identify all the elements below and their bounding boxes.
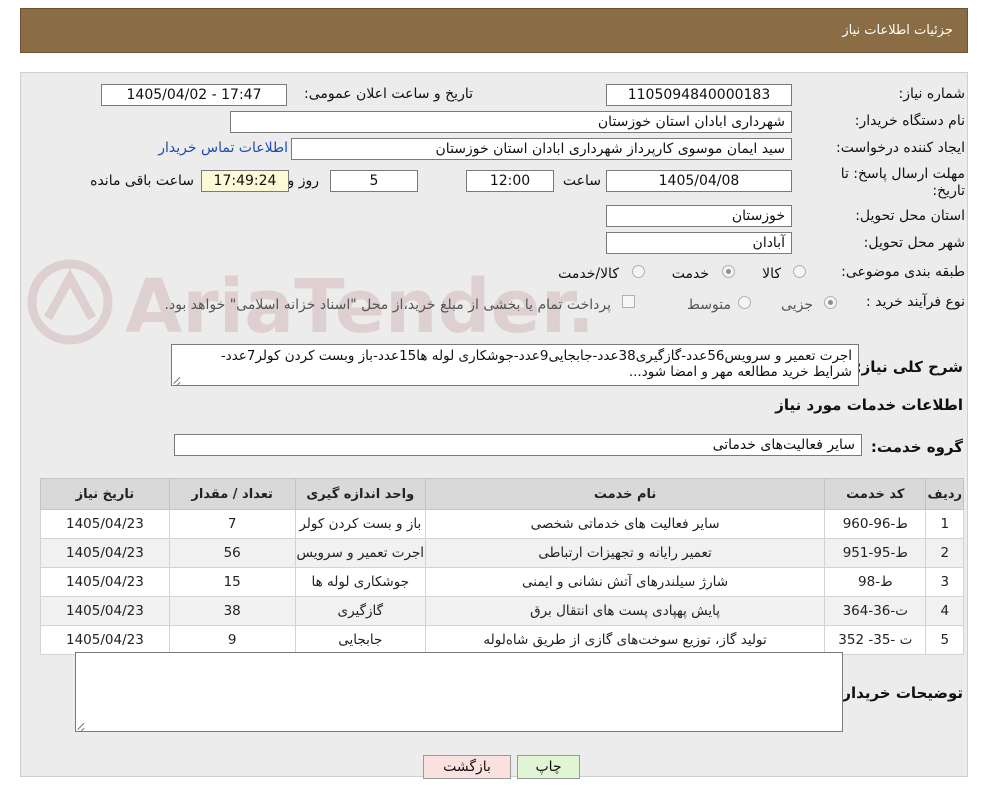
cell-service-code: ت-36-364	[824, 596, 927, 626]
cell-unit: جابجایی	[294, 625, 427, 655]
buyer-notes-textarea[interactable]	[75, 652, 843, 732]
process-radio-medium[interactable]	[738, 296, 751, 309]
table-row: 2 ط-95-951 تعمیر رایانه و تجهیزات ارتباط…	[40, 538, 964, 568]
remaining-label: ساعت باقی مانده	[90, 173, 194, 189]
cell-quantity: 15	[168, 567, 296, 597]
summary-text: اجرت تعمیر و سرویس56عدد-گازگیری38عدد-جاب…	[220, 348, 852, 380]
cell-row-number: 2	[925, 538, 964, 568]
resize-handle-icon[interactable]	[174, 376, 182, 384]
col-header-service-name: نام خدمت	[425, 478, 826, 510]
buyer-contact-link[interactable]: اطلاعات تماس خریدار	[158, 140, 288, 156]
creator-label: ایجاد کننده درخواست:	[836, 140, 965, 156]
col-header-row-number: ردیف	[925, 478, 964, 510]
table-header-row: ردیف کد خدمت نام خدمت واحد اندازه گیری ت…	[40, 478, 964, 510]
cell-service-name: تعمیر رایانه و تجهیزات ارتباطی	[425, 538, 826, 568]
category-option-service: خدمت	[671, 266, 709, 282]
table-row: 5 ت -35- 352 تولید گاز، توزیع سوخت‌های گ…	[40, 625, 964, 655]
cell-row-number: 3	[925, 567, 964, 597]
category-radio-goods-service[interactable]	[632, 265, 645, 278]
cell-unit: باز و بست کردن کولر	[294, 509, 427, 539]
col-header-quantity: تعداد / مقدار	[168, 478, 296, 510]
services-section-title: اطلاعات خدمات مورد نیاز	[775, 396, 963, 414]
cell-row-number: 1	[925, 509, 964, 539]
cell-service-code: ط-98	[824, 567, 927, 597]
process-option-medium: متوسط	[687, 297, 731, 313]
cell-service-name: شارژ سیلندرهای آتش نشانی و ایمنی	[425, 567, 826, 597]
cell-service-code: ت -35- 352	[824, 625, 927, 655]
service-group-label: گروه خدمت:	[870, 438, 963, 456]
category-label: طبقه بندی موضوعی:	[841, 264, 965, 280]
service-group-field: سایر فعالیت‌های خدماتی	[174, 434, 862, 456]
treasury-payment-note: پرداخت تمام یا بخشی از مبلغ خرید،از محل …	[164, 297, 611, 313]
cell-quantity: 7	[168, 509, 296, 539]
cell-row-number: 4	[925, 596, 964, 626]
table-row: 1 ط-96-960 سایر فعالیت های خدماتی شخصی ب…	[40, 509, 964, 539]
col-header-service-code: کد خدمت	[824, 478, 927, 510]
process-label: نوع فرآیند خرید :	[866, 294, 965, 310]
cell-need-date: 1405/04/23	[40, 596, 170, 626]
category-option-goods: کالا	[762, 266, 781, 282]
category-radio-goods[interactable]	[793, 265, 806, 278]
summary-textarea[interactable]: اجرت تعمیر و سرویس56عدد-گازگیری38عدد-جاب…	[171, 344, 859, 386]
buyer-notes-label: توضیحات خریدار:	[836, 684, 963, 702]
table-row: 3 ط-98 شارژ سیلندرهای آتش نشانی و ایمنی …	[40, 567, 964, 597]
process-radio-minor[interactable]	[824, 296, 837, 309]
province-field: خوزستان	[606, 205, 792, 227]
page-header: جزئیات اطلاعات نیاز	[20, 8, 968, 53]
cell-quantity: 9	[168, 625, 296, 655]
need-number-label: شماره نیاز:	[898, 86, 966, 102]
creator-field: سید ایمان موسوی کارپرداز شهرداری ابادان …	[291, 138, 792, 160]
cell-service-name: سایر فعالیت های خدماتی شخصی	[425, 509, 826, 539]
category-radio-service[interactable]	[722, 265, 735, 278]
table-row: 4 ت-36-364 پایش پهپادی پست های انتقال بر…	[40, 596, 964, 626]
city-field: آبادان	[606, 232, 792, 254]
services-table: ردیف کد خدمت نام خدمت واحد اندازه گیری ت…	[40, 478, 964, 655]
process-option-minor: جزیی	[781, 297, 813, 313]
print-button[interactable]: چاپ	[517, 755, 580, 779]
announce-label: تاریخ و ساعت اعلان عمومی:	[304, 86, 473, 102]
col-header-unit: واحد اندازه گیری	[294, 478, 427, 510]
cell-service-code: ط-95-951	[824, 538, 927, 568]
days-label: روز و	[287, 173, 320, 189]
cell-quantity: 56	[168, 538, 296, 568]
cell-need-date: 1405/04/23	[40, 567, 170, 597]
cell-need-date: 1405/04/23	[40, 538, 170, 568]
deadline-time-label: ساعت	[562, 173, 601, 189]
cell-unit: اجرت تعمیر و سرویس	[294, 538, 427, 568]
remaining-time-field: 17:49:24	[201, 170, 289, 192]
deadline-time-field: 12:00	[466, 170, 554, 192]
cell-service-name: پایش پهپادی پست های انتقال برق	[425, 596, 826, 626]
summary-label: شرح کلی نیاز:	[855, 358, 963, 376]
days-remaining-field: 5	[330, 170, 418, 192]
announce-field: 1405/04/02 - 17:47	[101, 84, 287, 106]
page-title: جزئیات اطلاعات نیاز	[842, 23, 953, 38]
deadline-label: مهلت ارسال پاسخ: تا	[840, 166, 965, 182]
deadline-date-field: 1405/04/08	[606, 170, 792, 192]
buyer-org-field: شهرداری ابادان استان خوزستان	[230, 111, 792, 133]
cell-unit: گازگیری	[294, 596, 427, 626]
cell-need-date: 1405/04/23	[40, 625, 170, 655]
cell-need-date: 1405/04/23	[40, 509, 170, 539]
back-button[interactable]: بازگشت	[423, 755, 511, 779]
need-number-field: 1105094840000183	[606, 84, 792, 106]
cell-quantity: 38	[168, 596, 296, 626]
col-header-need-date: تاریخ نیاز	[40, 478, 170, 510]
deadline-label-date: تاریخ:	[932, 183, 965, 199]
cell-service-code: ط-96-960	[824, 509, 927, 539]
buyer-org-label: نام دستگاه خریدار:	[854, 113, 965, 129]
province-label: استان محل تحویل:	[855, 208, 965, 224]
cell-unit: جوشکاری لوله ها	[294, 567, 427, 597]
resize-handle-icon[interactable]	[78, 722, 86, 730]
treasury-payment-checkbox[interactable]	[622, 295, 635, 308]
cell-row-number: 5	[925, 625, 964, 655]
city-label: شهر محل تحویل:	[863, 235, 965, 251]
cell-service-name: تولید گاز، توزیع سوخت‌های گازی از طریق ش…	[425, 625, 826, 655]
category-option-goods-service: کالا/خدمت	[558, 266, 619, 282]
